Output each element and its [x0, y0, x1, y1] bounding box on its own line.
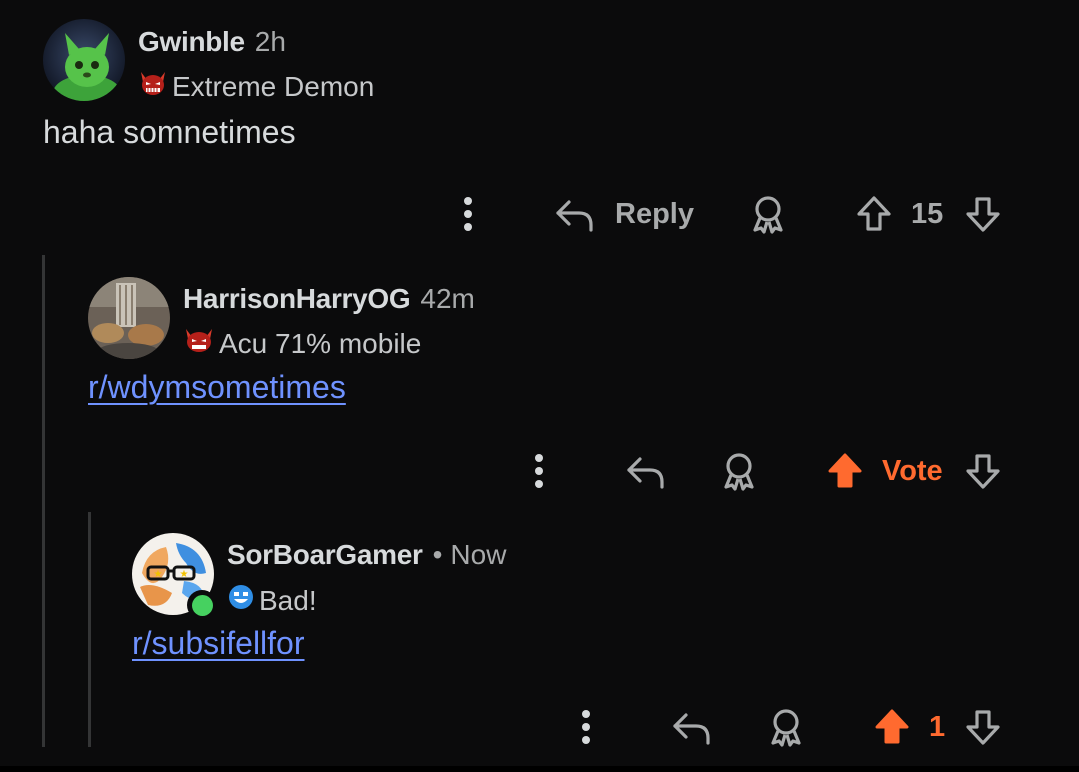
reply-arrow-icon	[556, 200, 593, 232]
separator-dot: •	[432, 539, 443, 570]
vote-count: 1	[929, 711, 946, 743]
comment-actions: Vote	[0, 451, 1079, 491]
username[interactable]: Gwinble	[138, 26, 245, 57]
award-button[interactable]	[766, 707, 806, 747]
vote-label: Vote	[882, 455, 943, 487]
comment-thread: Gwinble 2h Extreme Demon haha somnetimes…	[0, 0, 1079, 768]
more-vertical-icon	[464, 197, 472, 231]
comment-actions: Reply 15	[0, 194, 1079, 234]
timestamp: 2h	[254, 26, 286, 57]
reply-button[interactable]	[624, 451, 668, 491]
award-icon	[753, 196, 783, 234]
award-icon	[724, 453, 754, 491]
avatar[interactable]	[88, 277, 170, 359]
downvote-arrow-icon	[966, 710, 1000, 745]
comment-header: HarrisonHarryOG 42m	[183, 283, 475, 315]
upvote-arrow-icon	[875, 709, 909, 744]
more-options-button[interactable]	[458, 194, 478, 234]
reply-arrow-icon	[627, 457, 664, 489]
reply-label: Reply	[615, 197, 694, 230]
user-flair: Acu 71% mobile	[183, 326, 421, 361]
flair-text: Acu 71% mobile	[219, 327, 422, 359]
award-button[interactable]	[719, 451, 759, 491]
demon-face-icon	[183, 326, 215, 361]
avatar[interactable]	[43, 19, 125, 101]
comment-body: haha somnetimes	[43, 114, 296, 150]
reply-arrow-icon	[673, 713, 710, 745]
subreddit-link[interactable]: r/subsifellfor	[132, 624, 305, 662]
downvote-arrow-icon	[966, 454, 1000, 489]
online-status-indicator	[187, 590, 217, 620]
flair-text: Extreme Demon	[172, 70, 375, 102]
reply-button[interactable]	[670, 707, 714, 747]
more-vertical-icon	[582, 710, 590, 744]
upvote-button[interactable]	[855, 194, 893, 234]
more-options-button[interactable]	[529, 451, 549, 491]
username[interactable]: SorBoarGamer	[227, 539, 423, 570]
smiley-icon	[227, 583, 255, 618]
upvote-button[interactable]	[873, 707, 911, 747]
upvote-arrow-icon	[828, 453, 862, 488]
svg-text:★: ★	[180, 569, 189, 580]
reply-button[interactable]: Reply	[553, 194, 694, 234]
comment-actions: 1	[0, 707, 1079, 747]
timestamp: Now	[450, 539, 507, 570]
award-icon	[771, 709, 801, 747]
comment-header: SorBoarGamer • Now	[227, 539, 506, 571]
downvote-button[interactable]	[964, 707, 1002, 747]
upvote-button[interactable]	[826, 451, 864, 491]
user-flair: Bad!	[227, 583, 317, 618]
vote-count: 15	[911, 198, 944, 230]
svg-text:★: ★	[154, 569, 163, 580]
timestamp: 42m	[420, 283, 475, 314]
award-button[interactable]	[748, 194, 788, 234]
user-flair: Extreme Demon	[138, 69, 374, 104]
subreddit-link[interactable]: r/wdymsometimes	[88, 368, 346, 406]
more-vertical-icon	[535, 454, 543, 488]
screen-bottom-edge	[0, 766, 1079, 772]
comment-header: Gwinble 2h	[138, 26, 286, 58]
downvote-button[interactable]	[964, 194, 1002, 234]
thread-line-level-1[interactable]	[42, 255, 45, 747]
demon-face-icon	[138, 69, 168, 104]
downvote-arrow-icon	[966, 197, 1000, 232]
upvote-arrow-icon	[857, 196, 891, 231]
more-options-button[interactable]	[576, 707, 596, 747]
downvote-button[interactable]	[964, 451, 1002, 491]
username[interactable]: HarrisonHarryOG	[183, 283, 411, 314]
flair-text: Bad!	[259, 584, 317, 616]
